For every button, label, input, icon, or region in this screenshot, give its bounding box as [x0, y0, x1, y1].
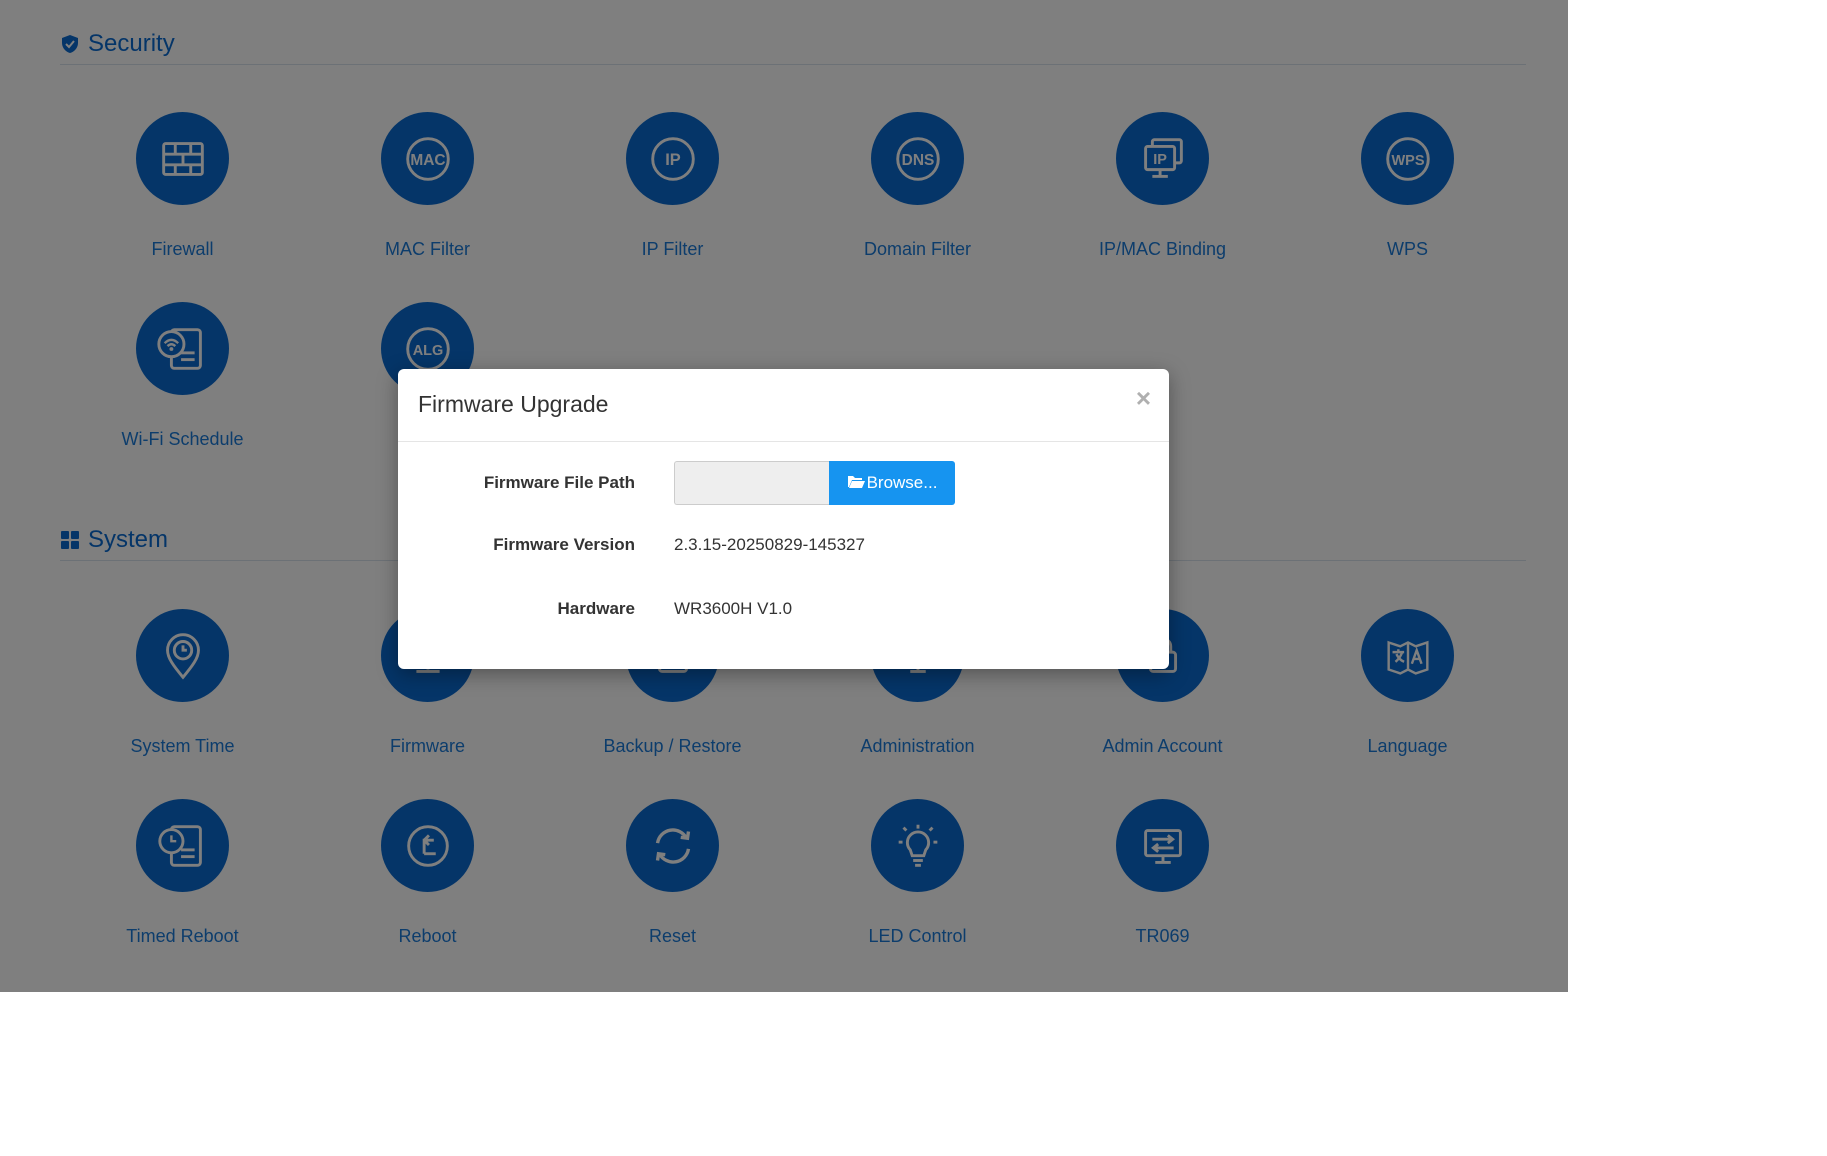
firmware-version-value: 2.3.15-20250829-145327	[674, 535, 865, 554]
hardware-value: WR3600H V1.0	[674, 599, 793, 618]
modal-header: Firmware Upgrade ×	[398, 369, 1169, 442]
close-icon[interactable]: ×	[1136, 385, 1151, 411]
hardware-label: Hardware	[557, 599, 635, 618]
firmware-file-path-row: Firmware File Path Browse...	[398, 461, 1169, 505]
folder-open-icon	[847, 473, 867, 494]
modal-title: Firmware Upgrade	[418, 391, 609, 417]
browse-button[interactable]: Browse...	[829, 461, 955, 505]
firmware-file-path-label: Firmware File Path	[483, 473, 635, 492]
firmware-upgrade-dialog: Firmware Upgrade × Firmware File Path Br…	[398, 369, 1169, 669]
hardware-row: Hardware WR3600H V1.0	[398, 587, 1169, 631]
firmware-file-path-input[interactable]	[674, 461, 830, 505]
browse-button-label: Browse...	[866, 473, 938, 492]
firmware-version-label: Firmware Version	[493, 535, 635, 554]
firmware-version-row: Firmware Version 2.3.15-20250829-145327	[398, 523, 1169, 567]
